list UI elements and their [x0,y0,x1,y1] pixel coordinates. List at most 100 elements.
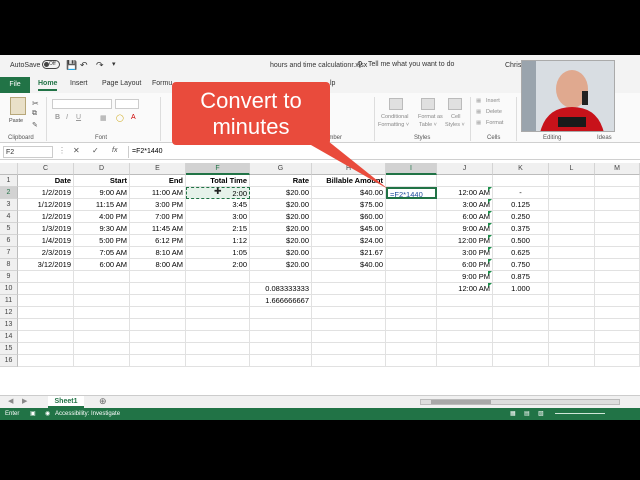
header-end[interactable]: End [130,175,186,187]
grid-cell[interactable] [250,343,312,355]
grid-cell[interactable] [595,235,640,247]
insert-cells-icon[interactable]: ▦ [476,98,481,104]
billable-amount-cell[interactable]: $21.67 [312,247,386,259]
row-header-9[interactable]: 9 [0,271,18,283]
grid-cell[interactable] [386,271,437,283]
bold-icon[interactable]: B [55,114,60,121]
format-as-table-icon[interactable] [421,98,435,110]
grid-cell[interactable] [186,343,250,355]
end-cell[interactable]: 6:12 PM [130,235,186,247]
grid-cell[interactable] [186,295,250,307]
sheet-tab-sheet1[interactable]: Sheet1 [48,396,84,408]
grid-cell[interactable] [595,271,640,283]
conditional-formatting-label-1[interactable]: Conditional [381,114,409,120]
time-value-cell[interactable]: 12:00 AM [437,187,493,199]
row-header-8[interactable]: 8 [0,259,18,271]
grid-cell[interactable] [493,355,549,367]
tab-help[interactable]: lp [330,80,335,87]
delete-cells-label[interactable]: Delete [486,109,502,115]
cut-icon[interactable]: ✂ [32,99,39,108]
format-cells-icon[interactable]: ▦ [476,120,481,126]
billable-amount-cell[interactable]: $75.00 [312,199,386,211]
grid-cell[interactable] [130,271,186,283]
grid-cell[interactable] [186,283,250,295]
grid-cell[interactable] [595,307,640,319]
column-header-k[interactable]: K [493,163,549,175]
time-value-cell[interactable]: 3:00 PM [437,247,493,259]
decimal-value-cell[interactable]: 0.375 [493,223,549,235]
date-cell[interactable]: 3/12/2019 [18,259,74,271]
grid-cell[interactable] [595,187,640,199]
row-header-14[interactable]: 14 [0,331,18,343]
rate-cell[interactable]: $20.00 [250,235,312,247]
font-color-icon[interactable]: A [131,114,136,121]
rate-cell[interactable]: $20.00 [250,187,312,199]
header-start[interactable]: Start [74,175,130,187]
grid-cell[interactable] [250,307,312,319]
decimal-value-cell[interactable]: 1.000 [493,283,549,295]
row-header-2[interactable]: 2 [0,187,18,199]
decimal-value-cell[interactable]: - [493,187,549,199]
grid-cell[interactable] [250,355,312,367]
column-header-e[interactable]: E [130,163,186,175]
row-header-15[interactable]: 15 [0,343,18,355]
grid-cell[interactable] [549,319,595,331]
cell-styles-icon[interactable] [448,98,462,110]
accessibility-status[interactable]: Accessibility: Investigate [55,408,120,420]
format-painter-icon[interactable]: ✎ [32,121,38,129]
page-break-view-icon[interactable]: ▧ [538,408,544,420]
grid-cell[interactable] [549,343,595,355]
end-cell[interactable]: 7:00 PM [130,211,186,223]
column-header-l[interactable]: L [549,163,595,175]
grid-cell[interactable] [74,331,130,343]
scroll-sheet-right-icon[interactable]: ▶ [22,397,27,405]
new-sheet-icon[interactable]: ⊕ [99,396,107,407]
date-cell[interactable]: 2/3/2019 [18,247,74,259]
grid-cell[interactable] [493,343,549,355]
date-cell[interactable]: 1/12/2019 [18,199,74,211]
conditional-formatting-icon[interactable] [389,98,403,110]
grid-cell[interactable] [18,331,74,343]
grid-cell[interactable] [549,259,595,271]
grid-cell[interactable] [386,355,437,367]
insert-function-icon[interactable]: fx [112,147,117,154]
tab-formulas[interactable]: Formu [152,80,172,87]
row-header-13[interactable]: 13 [0,319,18,331]
grid-cell[interactable] [74,295,130,307]
grid-cell[interactable] [549,355,595,367]
grid-cell[interactable] [595,295,640,307]
row-header-16[interactable]: 16 [0,355,18,367]
time-value-cell[interactable]: 12:00 PM [437,235,493,247]
grid-cell[interactable] [595,175,640,187]
grid-cell[interactable] [437,307,493,319]
grid-cell[interactable] [595,199,640,211]
decimal-value-cell[interactable]: 0.500 [493,235,549,247]
zoom-slider[interactable] [555,413,605,414]
grid-cell[interactable] [549,271,595,283]
total-time-cell[interactable]: 1:05 [186,247,250,259]
grid-cell[interactable] [595,331,640,343]
grid-cell[interactable] [312,307,386,319]
total-time-cell[interactable]: 3:00 [186,211,250,223]
grid-cell[interactable] [312,355,386,367]
fill-color-icon[interactable]: ◯ [116,114,124,122]
cell-styles-label-2[interactable]: Styles ˅ [445,122,465,128]
paste-label[interactable]: Paste [9,118,23,124]
end-cell[interactable]: 8:10 AM [130,247,186,259]
grid-cell[interactable] [549,223,595,235]
grid-cell[interactable] [130,331,186,343]
grid-cell[interactable] [386,259,437,271]
row-header-5[interactable]: 5 [0,223,18,235]
grid-cell[interactable] [549,283,595,295]
rate-cell[interactable]: $20.00 [250,259,312,271]
active-cell-editing[interactable]: =F2*1440 [386,187,437,199]
grid-cell[interactable] [250,271,312,283]
grid-cell[interactable] [186,271,250,283]
grid-cell[interactable] [386,343,437,355]
grid-cell[interactable] [595,211,640,223]
formula-input[interactable]: =F2*1440 [128,146,633,158]
autosave-toggle[interactable]: Off [42,60,60,69]
grid-cell[interactable] [74,283,130,295]
start-cell[interactable]: 11:15 AM [74,199,130,211]
tab-file[interactable]: File [0,77,30,93]
